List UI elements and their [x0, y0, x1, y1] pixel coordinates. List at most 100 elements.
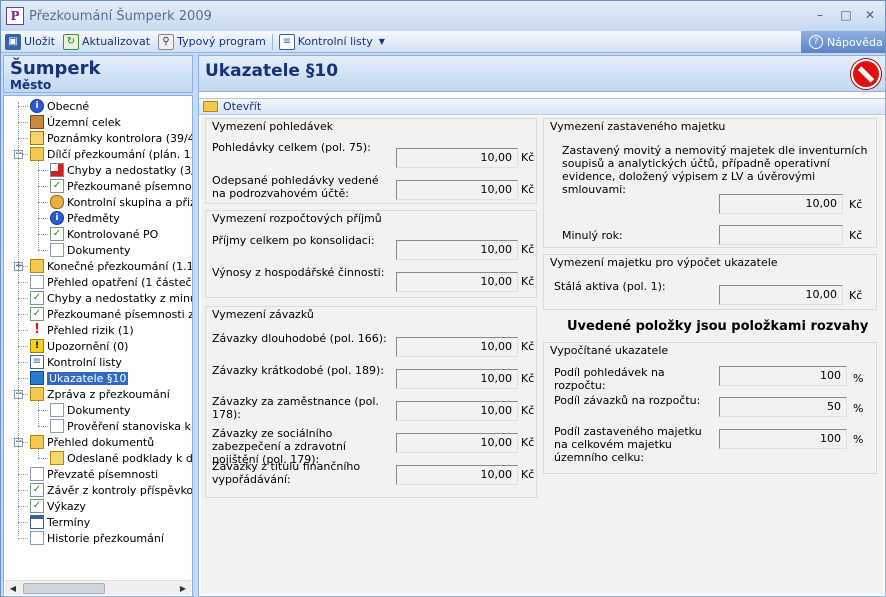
- tree-item[interactable]: Zpráva z přezkoumání: [30, 386, 170, 402]
- tree-item[interactable]: Dílčí přezkoumání (plán. 1.7.20: [30, 146, 192, 162]
- list-icon: ≡: [278, 33, 295, 50]
- floppy-icon: ▣: [5, 33, 21, 50]
- open-button[interactable]: Otevřít: [199, 98, 885, 115]
- checklists-dropdown-button[interactable]: ≡ Kontrolní listy ▼: [275, 32, 389, 52]
- tree-item-label: Předměty: [67, 211, 120, 225]
- tree-item[interactable]: Přehled dokumentů: [30, 434, 154, 450]
- tree-connector: [18, 474, 28, 475]
- tree-item[interactable]: Poznámky kontrolora (39/4 ne: [30, 130, 192, 146]
- tree-item[interactable]: Převzaté písemnosti: [30, 466, 158, 482]
- tree-item[interactable]: Územní celek: [30, 114, 121, 130]
- tree-item[interactable]: i Obecné: [30, 98, 89, 114]
- financial-settlement-liabilities-field[interactable]: 10,00: [396, 465, 518, 485]
- written-off-receivables-field[interactable]: 10,00: [396, 180, 518, 200]
- short-term-liabilities-field[interactable]: 10,00: [396, 369, 518, 389]
- group-income: Vymezení rozpočtových příjmů Příjmy celk…: [205, 210, 537, 298]
- receivables-ratio-field[interactable]: 100: [719, 366, 847, 386]
- tree-item-label: Územní celek: [47, 115, 121, 129]
- notes-icon: [30, 131, 44, 145]
- tree-connector: [38, 170, 48, 171]
- tree-item-label: Chyby a nedostatky (3/0: [67, 163, 193, 177]
- folder-icon: [30, 259, 44, 273]
- tree-item[interactable]: i Předměty: [50, 210, 120, 226]
- group-computed-indicators: Vypočítané ukazatele Podíl pohledávek na…: [543, 342, 877, 474]
- maximize-button[interactable]: □: [835, 6, 857, 24]
- typical-program-button[interactable]: ⚲ Typový program: [154, 32, 270, 52]
- tree-connector: [38, 160, 39, 250]
- house-icon: [30, 115, 44, 129]
- tree-item[interactable]: Chyby a nedostatky (3/0: [50, 162, 193, 178]
- group-title: Vymezení závazků: [212, 308, 314, 321]
- form-area: Vymezení pohledávek Pohledávky celkem (p…: [201, 116, 883, 594]
- previous-year-field[interactable]: [719, 225, 843, 245]
- page-title: Ukazatele §10: [205, 61, 339, 81]
- economic-activity-income-field[interactable]: 10,00: [396, 272, 518, 292]
- group-title: Vymezení pohledávek: [212, 120, 334, 133]
- help-icon: ?: [809, 35, 823, 49]
- group-assets: Vymezení majetku pro výpočet ukazatele S…: [543, 254, 877, 310]
- tree-connector: [38, 458, 48, 459]
- tree-item[interactable]: ! Upozornění (0): [30, 338, 128, 354]
- field-label: Minulý rok:: [562, 229, 623, 242]
- minimize-button[interactable]: –: [809, 6, 831, 24]
- tree-connector: [38, 448, 39, 458]
- group-icon: [50, 195, 64, 209]
- horizontal-scrollbar[interactable]: ◀ ▶: [5, 580, 191, 595]
- unit-label: Kč: [521, 275, 535, 288]
- check-doc-icon: ✓: [30, 483, 44, 497]
- tree-item[interactable]: ✓ Kontrolované PO: [50, 226, 158, 242]
- tree-connector: [18, 122, 28, 123]
- tree-item[interactable]: Termíny: [30, 514, 90, 530]
- folder-icon: [30, 387, 44, 401]
- check-doc-icon: ✓: [30, 499, 44, 513]
- tree-item[interactable]: ≡ Kontrolní listy: [30, 354, 122, 370]
- tree-item[interactable]: ✓Chyby a nedostatky z minulýc: [30, 290, 192, 306]
- pledged-assets-field[interactable]: 10,00: [719, 194, 843, 214]
- scroll-right-icon[interactable]: ▶: [177, 583, 189, 594]
- group-title: Vymezení zastaveného majetku: [550, 120, 726, 133]
- receivables-total-field[interactable]: 10,00: [396, 148, 518, 168]
- tree-item[interactable]: Kontrolní skupina a přizvan: [50, 194, 192, 210]
- tree-item[interactable]: Historie přezkoumání: [30, 530, 164, 546]
- social-insurance-liabilities-field[interactable]: 10,00: [396, 433, 518, 453]
- unit-label: Kč: [521, 151, 535, 164]
- tree-item[interactable]: Dokumenty: [50, 402, 130, 418]
- refresh-button[interactable]: ↻ Aktualizovat: [59, 32, 154, 52]
- pledged-description: Zastavený movitý a nemovitý majetek dle …: [562, 144, 868, 196]
- info-icon: i: [30, 99, 44, 113]
- tree-item[interactable]: ✓Přezkoumané písemnosti (: [50, 178, 192, 194]
- income-total-field[interactable]: 10,00: [396, 240, 518, 260]
- tree-item[interactable]: Odeslané podklady k dozc: [50, 450, 192, 466]
- long-term-liabilities-field[interactable]: 10,00: [396, 337, 518, 357]
- pledged-ratio-field[interactable]: 100: [719, 429, 847, 449]
- tree-item[interactable]: ✓ Závěr z kontroly příspěvkový: [30, 482, 192, 498]
- help-label: Nápověda: [827, 35, 883, 49]
- group-title: Vypočítané ukazatele: [550, 344, 669, 357]
- save-button[interactable]: ▣ Uložit: [1, 32, 59, 52]
- tree-item[interactable]: Prověření stanoviska k ná: [50, 418, 192, 434]
- refresh-icon: ↻: [62, 33, 79, 50]
- liabilities-ratio-field[interactable]: 50: [719, 397, 847, 417]
- tree-item[interactable]: Přehled opatření (1 částečně/: [30, 274, 192, 290]
- tree-item-label: Dokumenty: [67, 403, 131, 417]
- scrollbar-thumb[interactable]: [23, 583, 105, 594]
- help-button[interactable]: ? Nápověda: [801, 31, 885, 53]
- tree-connector: [18, 378, 28, 379]
- check-doc-icon: ✓: [50, 179, 64, 193]
- tree-item[interactable]: ✓Přezkoumané písemnosti z mir: [30, 306, 192, 322]
- tree-item[interactable]: ✓ Výkazy: [30, 498, 86, 514]
- tree-item[interactable]: Konečné přezkoumání (1.1.20: [30, 258, 192, 274]
- no-entry-icon[interactable]: [851, 59, 881, 89]
- scroll-left-icon[interactable]: ◀: [7, 583, 19, 594]
- fixed-assets-field[interactable]: 10,00: [719, 285, 843, 305]
- navigation-tree[interactable]: i Obecné Územní celek Poznámky kontrolora (…: [3, 95, 193, 597]
- unit-label: %: [853, 402, 864, 415]
- tree-item[interactable]: ! Přehled rizik (1): [30, 322, 134, 338]
- tree-item[interactable]: Dokumenty: [50, 242, 130, 258]
- doc-icon: [50, 419, 64, 433]
- close-button[interactable]: ✕: [859, 6, 881, 24]
- employee-liabilities-field[interactable]: 10,00: [396, 401, 518, 421]
- tree-item[interactable]: Ukazatele §10: [30, 370, 129, 386]
- tree-connector: [38, 218, 48, 219]
- main-panel: Ukazatele §10 Otevřít Vymezení pohledáve…: [198, 55, 886, 597]
